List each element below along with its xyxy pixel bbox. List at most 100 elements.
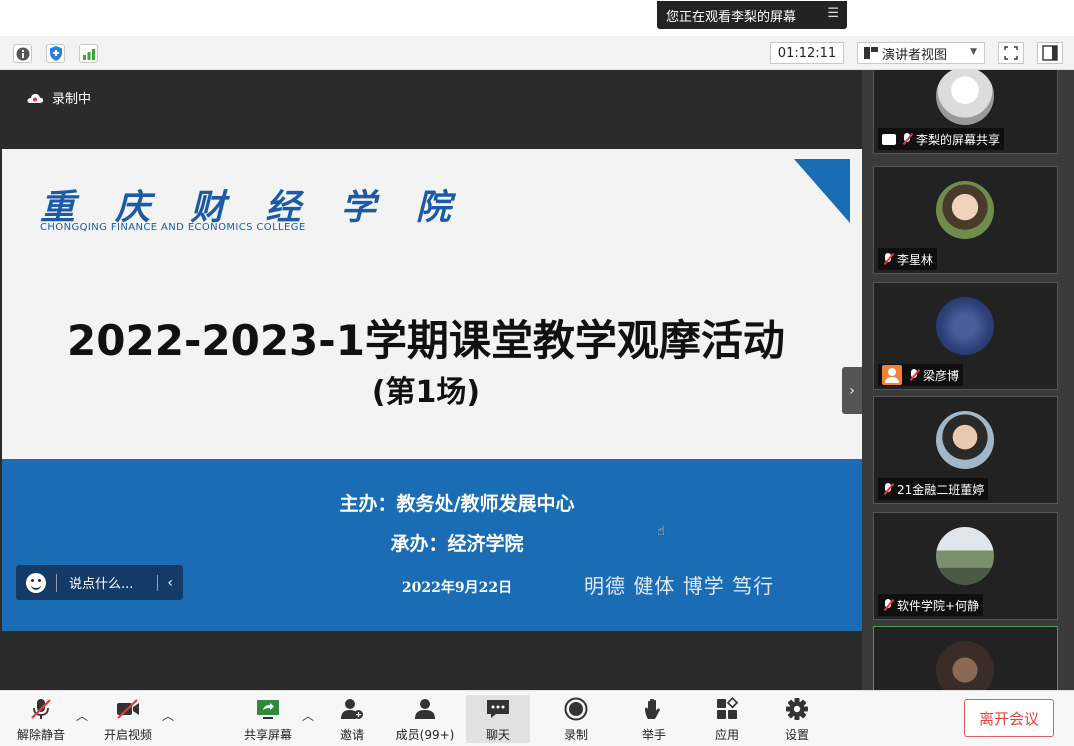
- meeting-timer: 01:12:11: [770, 42, 844, 64]
- avatar: [936, 641, 994, 690]
- leave-meeting-button[interactable]: 离开会议: [964, 699, 1054, 737]
- mic-muted-icon: [882, 252, 894, 266]
- participant-tile[interactable]: 软件学院+何静: [873, 512, 1058, 620]
- slide-subtitle: (第1场): [371, 375, 481, 410]
- fullscreen-icon: [1004, 46, 1018, 60]
- top-banner: 您正在观看李梨的屏幕 ☰: [0, 0, 1074, 36]
- start-video-button[interactable]: 开启视频: [100, 695, 156, 743]
- corner-decoration: [794, 159, 850, 223]
- participant-tile[interactable]: 梁彦博: [873, 282, 1058, 390]
- chevron-up-icon[interactable]: ︿: [302, 707, 314, 724]
- view-mode-select[interactable]: 演讲者视图 ▼: [857, 42, 985, 64]
- avatar: [936, 527, 994, 585]
- participant-label: 21金融二班董婷: [878, 478, 989, 500]
- settings-button[interactable]: 设置: [779, 695, 815, 743]
- raise-hand-label: 举手: [641, 728, 666, 742]
- share-screen-label: 共享屏幕: [243, 728, 292, 742]
- mic-muted-icon: [908, 368, 920, 382]
- participant-tile[interactable]: 李星林: [873, 166, 1058, 274]
- participant-label: 软件学院+何静: [878, 594, 984, 616]
- quick-chat-box[interactable]: 说点什么... ‹: [16, 565, 183, 600]
- collapse-chat-button[interactable]: ‹: [157, 574, 173, 591]
- record-icon: [564, 697, 588, 721]
- share-screen-button[interactable]: 共享屏幕: [240, 695, 296, 743]
- mic-muted-icon: [882, 598, 894, 612]
- participant-name: 李星林: [897, 252, 934, 267]
- record-label: 录制: [563, 728, 588, 742]
- settings-label: 设置: [784, 728, 809, 742]
- meeting-toolbar: 解除静音 ︿ 开启视频 ︿ 共享屏幕 ︿ 邀请 成员(99+) 聊天 录制 举手…: [0, 690, 1074, 746]
- raise-hand-icon: [645, 698, 660, 719]
- camera-off-icon: [117, 699, 139, 719]
- slide-co-organizer: 承办：经济学院: [390, 533, 524, 555]
- participant-name: 梁彦博: [923, 368, 960, 383]
- avatar: [936, 70, 994, 125]
- mic-muted-icon: [882, 482, 894, 496]
- mic-muted-icon: [901, 132, 913, 146]
- gear-icon: [786, 698, 808, 720]
- list-icon[interactable]: ☰: [827, 6, 839, 21]
- participant-tile[interactable]: 李梨的屏幕共享: [873, 70, 1058, 154]
- share-screen-icon: [257, 700, 279, 719]
- info-icon[interactable]: [13, 44, 32, 63]
- quick-chat-placeholder[interactable]: 说点什么...: [69, 573, 133, 592]
- members-label: 成员(99+): [395, 728, 455, 742]
- shared-screen-area: 录制中 重 庆 财 经 学 院 CHONGQING FINANCE AND EC…: [0, 70, 862, 690]
- chat-label: 聊天: [485, 728, 510, 742]
- add-user-icon: [341, 699, 363, 719]
- signal-strength-icon[interactable]: [79, 44, 98, 63]
- apps-label: 应用: [714, 728, 739, 742]
- invite-label: 邀请: [339, 728, 364, 742]
- sidebar-layout-icon: [1042, 45, 1058, 61]
- slide-organizer: 主办：教务处/教师发展中心: [339, 493, 575, 515]
- screen-share-status-text: 您正在观看李梨的屏幕: [666, 9, 797, 25]
- recording-label: 录制中: [52, 92, 92, 107]
- gallery-toggle-button[interactable]: ›: [842, 367, 862, 414]
- mouse-cursor-icon: ☝: [657, 524, 665, 539]
- speaker-view-icon: [864, 47, 878, 59]
- slide-title: 2022-2023-1学期课堂教学观摩活动: [67, 316, 785, 365]
- view-mode-label: 演讲者视图: [882, 47, 948, 63]
- avatar: [936, 297, 994, 355]
- participant-gallery[interactable]: 李梨的屏幕共享 李星林 梁彦博 21金融二班董婷 软件学院+何静: [862, 70, 1074, 690]
- participant-name: 21金融二班董婷: [897, 482, 985, 497]
- participant-label: 梁彦博: [878, 364, 964, 386]
- user-icon: [882, 365, 902, 385]
- cloud-record-icon: [27, 93, 44, 103]
- participant-label: 李梨的屏幕共享: [878, 128, 1005, 150]
- participant-tile[interactable]: 21金融二班董婷: [873, 396, 1058, 504]
- chat-button[interactable]: 聊天: [466, 695, 530, 743]
- divider: [56, 573, 57, 592]
- apps-button[interactable]: 应用: [709, 695, 745, 743]
- chevron-down-icon: ▼: [970, 47, 977, 57]
- record-button[interactable]: 录制: [558, 695, 594, 743]
- screen-share-icon: [882, 133, 896, 145]
- chevron-up-icon[interactable]: ︿: [162, 707, 174, 724]
- sidebar-layout-button[interactable]: [1037, 42, 1063, 64]
- invite-button[interactable]: 邀请: [334, 695, 370, 743]
- members-button[interactable]: 成员(99+): [394, 695, 456, 743]
- screen-share-status[interactable]: 您正在观看李梨的屏幕 ☰: [657, 1, 847, 29]
- chevron-up-icon[interactable]: ︿: [76, 707, 88, 724]
- apps-icon: [717, 697, 739, 719]
- participant-tile-active-speaker[interactable]: [873, 626, 1058, 690]
- raise-hand-button[interactable]: 举手: [636, 695, 672, 743]
- slide-footer-band: 主办：教务处/教师发展中心 承办：经济学院 2022年9月22日 明德 健体 博…: [2, 459, 862, 631]
- emoji-icon[interactable]: [26, 572, 46, 593]
- participant-name: 软件学院+何静: [897, 598, 980, 613]
- unmute-button[interactable]: 解除静音: [14, 695, 68, 743]
- school-logo-english: CHONGQING FINANCE AND ECONOMICS COLLEGE: [40, 222, 306, 233]
- start-video-label: 开启视频: [103, 728, 152, 742]
- participant-label: 李星林: [878, 248, 938, 270]
- school-motto: 明德 健体 博学 笃行: [584, 574, 775, 598]
- chat-icon: [487, 700, 509, 718]
- participant-name: 李梨的屏幕共享: [916, 132, 1001, 147]
- fullscreen-button[interactable]: [998, 42, 1024, 64]
- members-icon: [415, 699, 435, 719]
- recording-indicator: 录制中: [26, 88, 91, 107]
- shield-icon[interactable]: [46, 44, 65, 63]
- avatar: [936, 181, 994, 239]
- avatar: [936, 411, 994, 469]
- meeting-info-bar: 01:12:11 演讲者视图 ▼: [0, 36, 1074, 70]
- unmute-label: 解除静音: [16, 728, 65, 742]
